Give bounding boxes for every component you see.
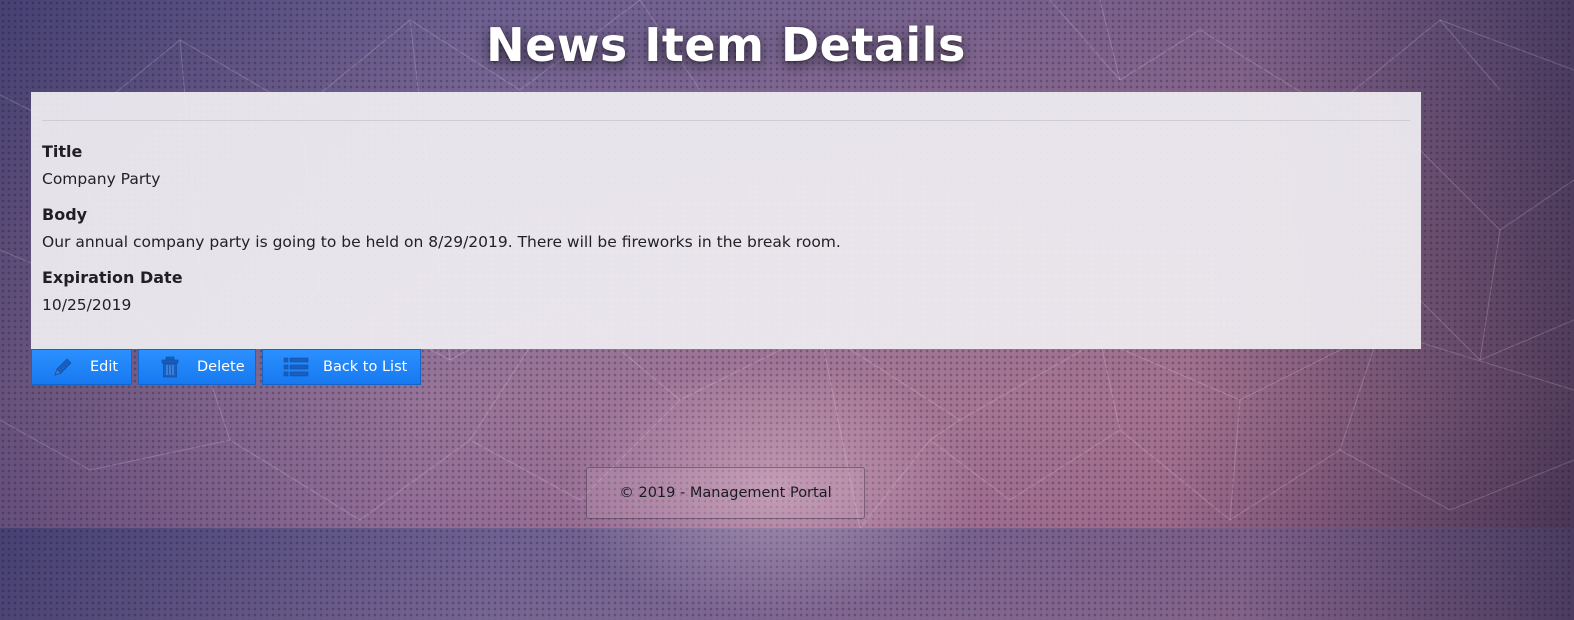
action-buttons: Edit Delete Back to List [31, 349, 421, 385]
divider [42, 120, 1410, 121]
title-label: Title [42, 142, 83, 161]
delete-button[interactable]: Delete [138, 349, 256, 385]
trash-icon [157, 354, 183, 380]
footer-text: © 2019 - Management Portal [619, 485, 832, 501]
list-icon [283, 354, 309, 380]
details-list: Title Company Party Body Our annual comp… [42, 141, 1410, 316]
title-value: Company Party [42, 170, 161, 188]
footer: © 2019 - Management Portal [586, 467, 865, 519]
expiration-date-label: Expiration Date [42, 268, 183, 287]
back-to-list-button[interactable]: Back to List [262, 349, 421, 385]
delete-button-label: Delete [197, 359, 245, 375]
expiration-date-value: 10/25/2019 [42, 296, 132, 314]
edit-button[interactable]: Edit [31, 349, 132, 385]
edit-button-label: Edit [90, 359, 119, 375]
page-title: News Item Details [486, 18, 966, 72]
pencil-icon [50, 354, 76, 380]
body-label: Body [42, 205, 88, 224]
details-panel: Title Company Party Body Our annual comp… [31, 92, 1421, 349]
back-to-list-button-label: Back to List [323, 359, 408, 375]
body-value: Our annual company party is going to be … [42, 233, 841, 251]
